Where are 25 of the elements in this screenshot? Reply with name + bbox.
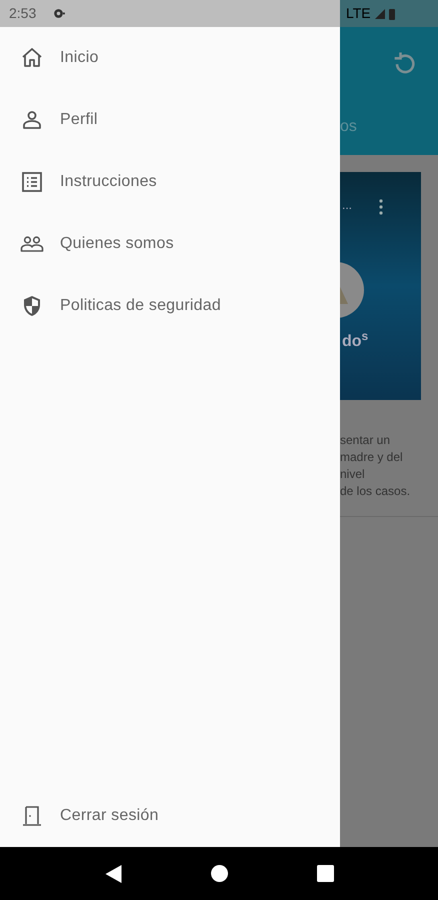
- list-icon: [20, 170, 44, 194]
- recents-icon[interactable]: [316, 865, 334, 882]
- drawer-item[interactable]: Instrucciones: [60, 170, 157, 194]
- back-icon[interactable]: [104, 864, 122, 882]
- card-heading: do$^{s}$: [342, 330, 368, 352]
- more-icon[interactable]: [379, 199, 383, 215]
- drawer-item[interactable]: Quienes somos: [60, 232, 174, 256]
- body-text-line: sentar un: [340, 432, 392, 449]
- drawer-item[interactable]: Inicio: [60, 46, 99, 70]
- home-icon: [20, 46, 44, 70]
- status-time: 2:53: [9, 4, 36, 23]
- door-icon: [20, 804, 44, 828]
- body-text-line: madre y del: [340, 449, 404, 466]
- body-text-line: de los casos.: [340, 483, 410, 500]
- network-label: LTE: [346, 4, 371, 23]
- body-text-line: nivel: [340, 466, 366, 483]
- notification-icon: [52, 7, 66, 20]
- battery-icon: [388, 8, 395, 20]
- card-title: ...: [342, 197, 352, 214]
- person-icon: [20, 108, 44, 132]
- drawer-item[interactable]: Politicas de seguridad: [60, 294, 221, 318]
- home-button-icon[interactable]: [210, 865, 228, 882]
- drawer-item[interactable]: Perfil: [60, 108, 98, 132]
- drawer-item[interactable]: Cerrar sesión: [60, 804, 159, 828]
- signal-icon: [374, 8, 385, 18]
